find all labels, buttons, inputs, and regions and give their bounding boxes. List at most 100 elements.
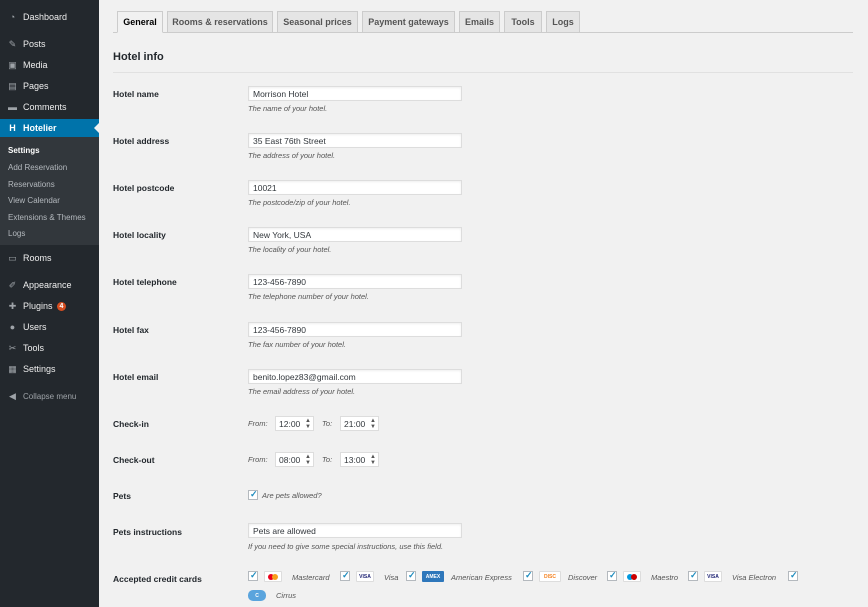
discover-label: Discover	[568, 573, 598, 582]
submenu-item-logs[interactable]: Logs	[8, 229, 25, 238]
amex-checkbox[interactable]: ✓	[406, 570, 416, 581]
submenu-item-reservations[interactable]: Reservations	[8, 180, 55, 189]
cirrus-checkbox[interactable]: ✓	[788, 570, 798, 581]
cirrus-logo-icon: C	[248, 590, 266, 601]
sidebar-item-rooms[interactable]: ▭ Rooms	[0, 249, 99, 267]
visa-electron-logo-icon: VISA	[704, 571, 722, 582]
hotelier-icon: H	[9, 123, 16, 133]
sidebar-item-tools[interactable]: ✂ Tools	[0, 339, 99, 357]
hotel-postcode-label: Hotel postcode	[113, 183, 175, 193]
discover-checkbox[interactable]: ✓	[523, 570, 533, 581]
checkin-from-select[interactable]: 12:00 ▲ ▼	[275, 416, 314, 431]
sidebar-item-label: Plugins	[23, 301, 53, 311]
tab-tools[interactable]: Tools	[504, 11, 542, 33]
sidebar-item-label: Media	[23, 60, 48, 70]
visa-electron-checkbox[interactable]: ✓	[688, 570, 698, 581]
pets-allowed-label: Are pets allowed?	[262, 491, 322, 500]
checkin-from-label: From:	[248, 419, 268, 428]
hotel-locality-input[interactable]: New York, USA	[248, 227, 462, 242]
collapse-menu-button[interactable]: ◀ Collapse menu	[0, 387, 99, 405]
settings-icon: ▦	[8, 363, 17, 374]
hotel-fax-label: Hotel fax	[113, 325, 149, 335]
tab-logs[interactable]: Logs	[546, 11, 580, 33]
mastercard-label: Mastercard	[292, 573, 330, 582]
hotel-address-description: The address of your hotel.	[248, 151, 336, 160]
select-arrows-icon: ▲ ▼	[305, 454, 311, 466]
tab-seasonal-prices[interactable]: Seasonal prices	[277, 11, 358, 33]
pets-allowed-checkbox[interactable]: ✓	[248, 489, 258, 500]
sidebar-item-label: Users	[23, 322, 47, 332]
sidebar-item-pages[interactable]: ▤ Pages	[0, 77, 99, 95]
sidebar-item-media[interactable]: ▣ Media	[0, 56, 99, 74]
collapse-menu-label: Collapse menu	[23, 391, 77, 401]
sidebar-item-hotelier[interactable]: H Hotelier	[0, 119, 99, 137]
hotel-telephone-input[interactable]: 123-456-7890	[248, 274, 462, 289]
maestro-checkbox[interactable]: ✓	[607, 570, 617, 581]
hotel-locality-description: The locality of your hotel.	[248, 245, 332, 254]
checkout-from-label: From:	[248, 455, 268, 464]
checkin-from-value: 12:00	[279, 419, 301, 429]
hotel-postcode-description: The postcode/zip of your hotel.	[248, 198, 351, 207]
sidebar-item-label: Hotelier	[23, 123, 57, 133]
sidebar-item-label: Settings	[23, 364, 56, 374]
hotel-address-input[interactable]: 35 East 76th Street	[248, 133, 462, 148]
pets-instructions-label: Pets instructions	[113, 527, 182, 537]
sidebar-item-users[interactable]: ● Users	[0, 318, 99, 336]
plugin-icon: ✚	[8, 300, 17, 311]
visa-logo-icon: VISA	[356, 571, 374, 582]
amex-label: American Express	[451, 573, 512, 582]
hotel-locality-label: Hotel locality	[113, 230, 166, 240]
mastercard-checkbox[interactable]: ✓	[248, 570, 258, 581]
submenu-item-settings[interactable]: Settings	[8, 146, 40, 155]
sidebar-item-plugins[interactable]: ✚ Plugins 4	[0, 297, 99, 315]
hotel-fax-input[interactable]: 123-456-7890	[248, 322, 462, 337]
hotel-email-input[interactable]: benito.lopez83@gmail.com	[248, 369, 462, 384]
visa-checkbox[interactable]: ✓	[340, 570, 350, 581]
hotel-name-input[interactable]: Morrison Hotel	[248, 86, 462, 101]
media-icon: ▣	[8, 59, 17, 70]
hotel-email-label: Hotel email	[113, 372, 159, 382]
checkmark-icon: ✓	[250, 570, 258, 580]
amex-logo-icon: AMEX	[422, 571, 444, 582]
sidebar-item-posts[interactable]: ✎ Posts	[0, 35, 99, 53]
tab-emails[interactable]: Emails	[459, 11, 500, 33]
checkin-to-label: To:	[322, 419, 333, 428]
collapse-icon: ◀	[9, 390, 16, 401]
checkout-to-select[interactable]: 13:00 ▲ ▼	[340, 452, 379, 467]
submenu-item-extensions-themes[interactable]: Extensions & Themes	[8, 213, 86, 222]
submenu-item-view-calendar[interactable]: View Calendar	[8, 196, 60, 205]
wrench-icon: ✂	[8, 342, 17, 353]
checkin-to-select[interactable]: 21:00 ▲ ▼	[340, 416, 379, 431]
checkout-to-label: To:	[322, 455, 333, 464]
sidebar-item-settings[interactable]: ▦ Settings	[0, 360, 99, 378]
tab-payment-gateways[interactable]: Payment gateways	[362, 11, 455, 33]
pin-icon: ✎	[8, 38, 17, 49]
hotel-postcode-input[interactable]: 10021	[248, 180, 462, 195]
tab-rooms-reservations[interactable]: Rooms & reservations	[167, 11, 273, 33]
sidebar-item-comments[interactable]: ▬ Comments	[0, 98, 99, 116]
pets-instructions-input[interactable]: Pets are allowed	[248, 523, 462, 538]
sidebar-item-label: Dashboard	[23, 12, 68, 22]
select-arrows-icon: ▲ ▼	[305, 418, 311, 430]
checkin-label: Check-in	[113, 419, 149, 429]
sidebar-item-label: Rooms	[23, 253, 52, 263]
visa-label: Visa	[384, 573, 399, 582]
pets-label: Pets	[113, 491, 131, 501]
comment-icon: ▬	[8, 102, 17, 112]
hotel-fax-description: The fax number of your hotel.	[248, 340, 346, 349]
sidebar-item-label: Comments	[23, 102, 67, 112]
plugin-update-badge: 4	[56, 301, 67, 311]
select-arrows-icon: ▲ ▼	[370, 454, 376, 466]
visa-electron-label: Visa Electron	[732, 573, 777, 582]
submenu-item-add-reservation[interactable]: Add Reservation	[8, 163, 67, 172]
checkout-from-select[interactable]: 08:00 ▲ ▼	[275, 452, 314, 467]
hotel-address-label: Hotel address	[113, 136, 170, 146]
bed-icon: ▭	[8, 252, 17, 263]
tab-general[interactable]: General	[117, 11, 163, 33]
hotel-telephone-description: The telephone number of your hotel.	[248, 292, 369, 301]
sidebar-item-dashboard[interactable]: ◔ Dashboard	[0, 8, 99, 26]
sidebar-item-label: Tools	[23, 343, 45, 353]
hotelier-submenu: Settings Add Reservation Reservations Vi…	[0, 137, 99, 245]
sidebar-item-appearance[interactable]: ✐ Appearance	[0, 276, 99, 294]
hotel-email-description: The email address of your hotel.	[248, 387, 356, 396]
